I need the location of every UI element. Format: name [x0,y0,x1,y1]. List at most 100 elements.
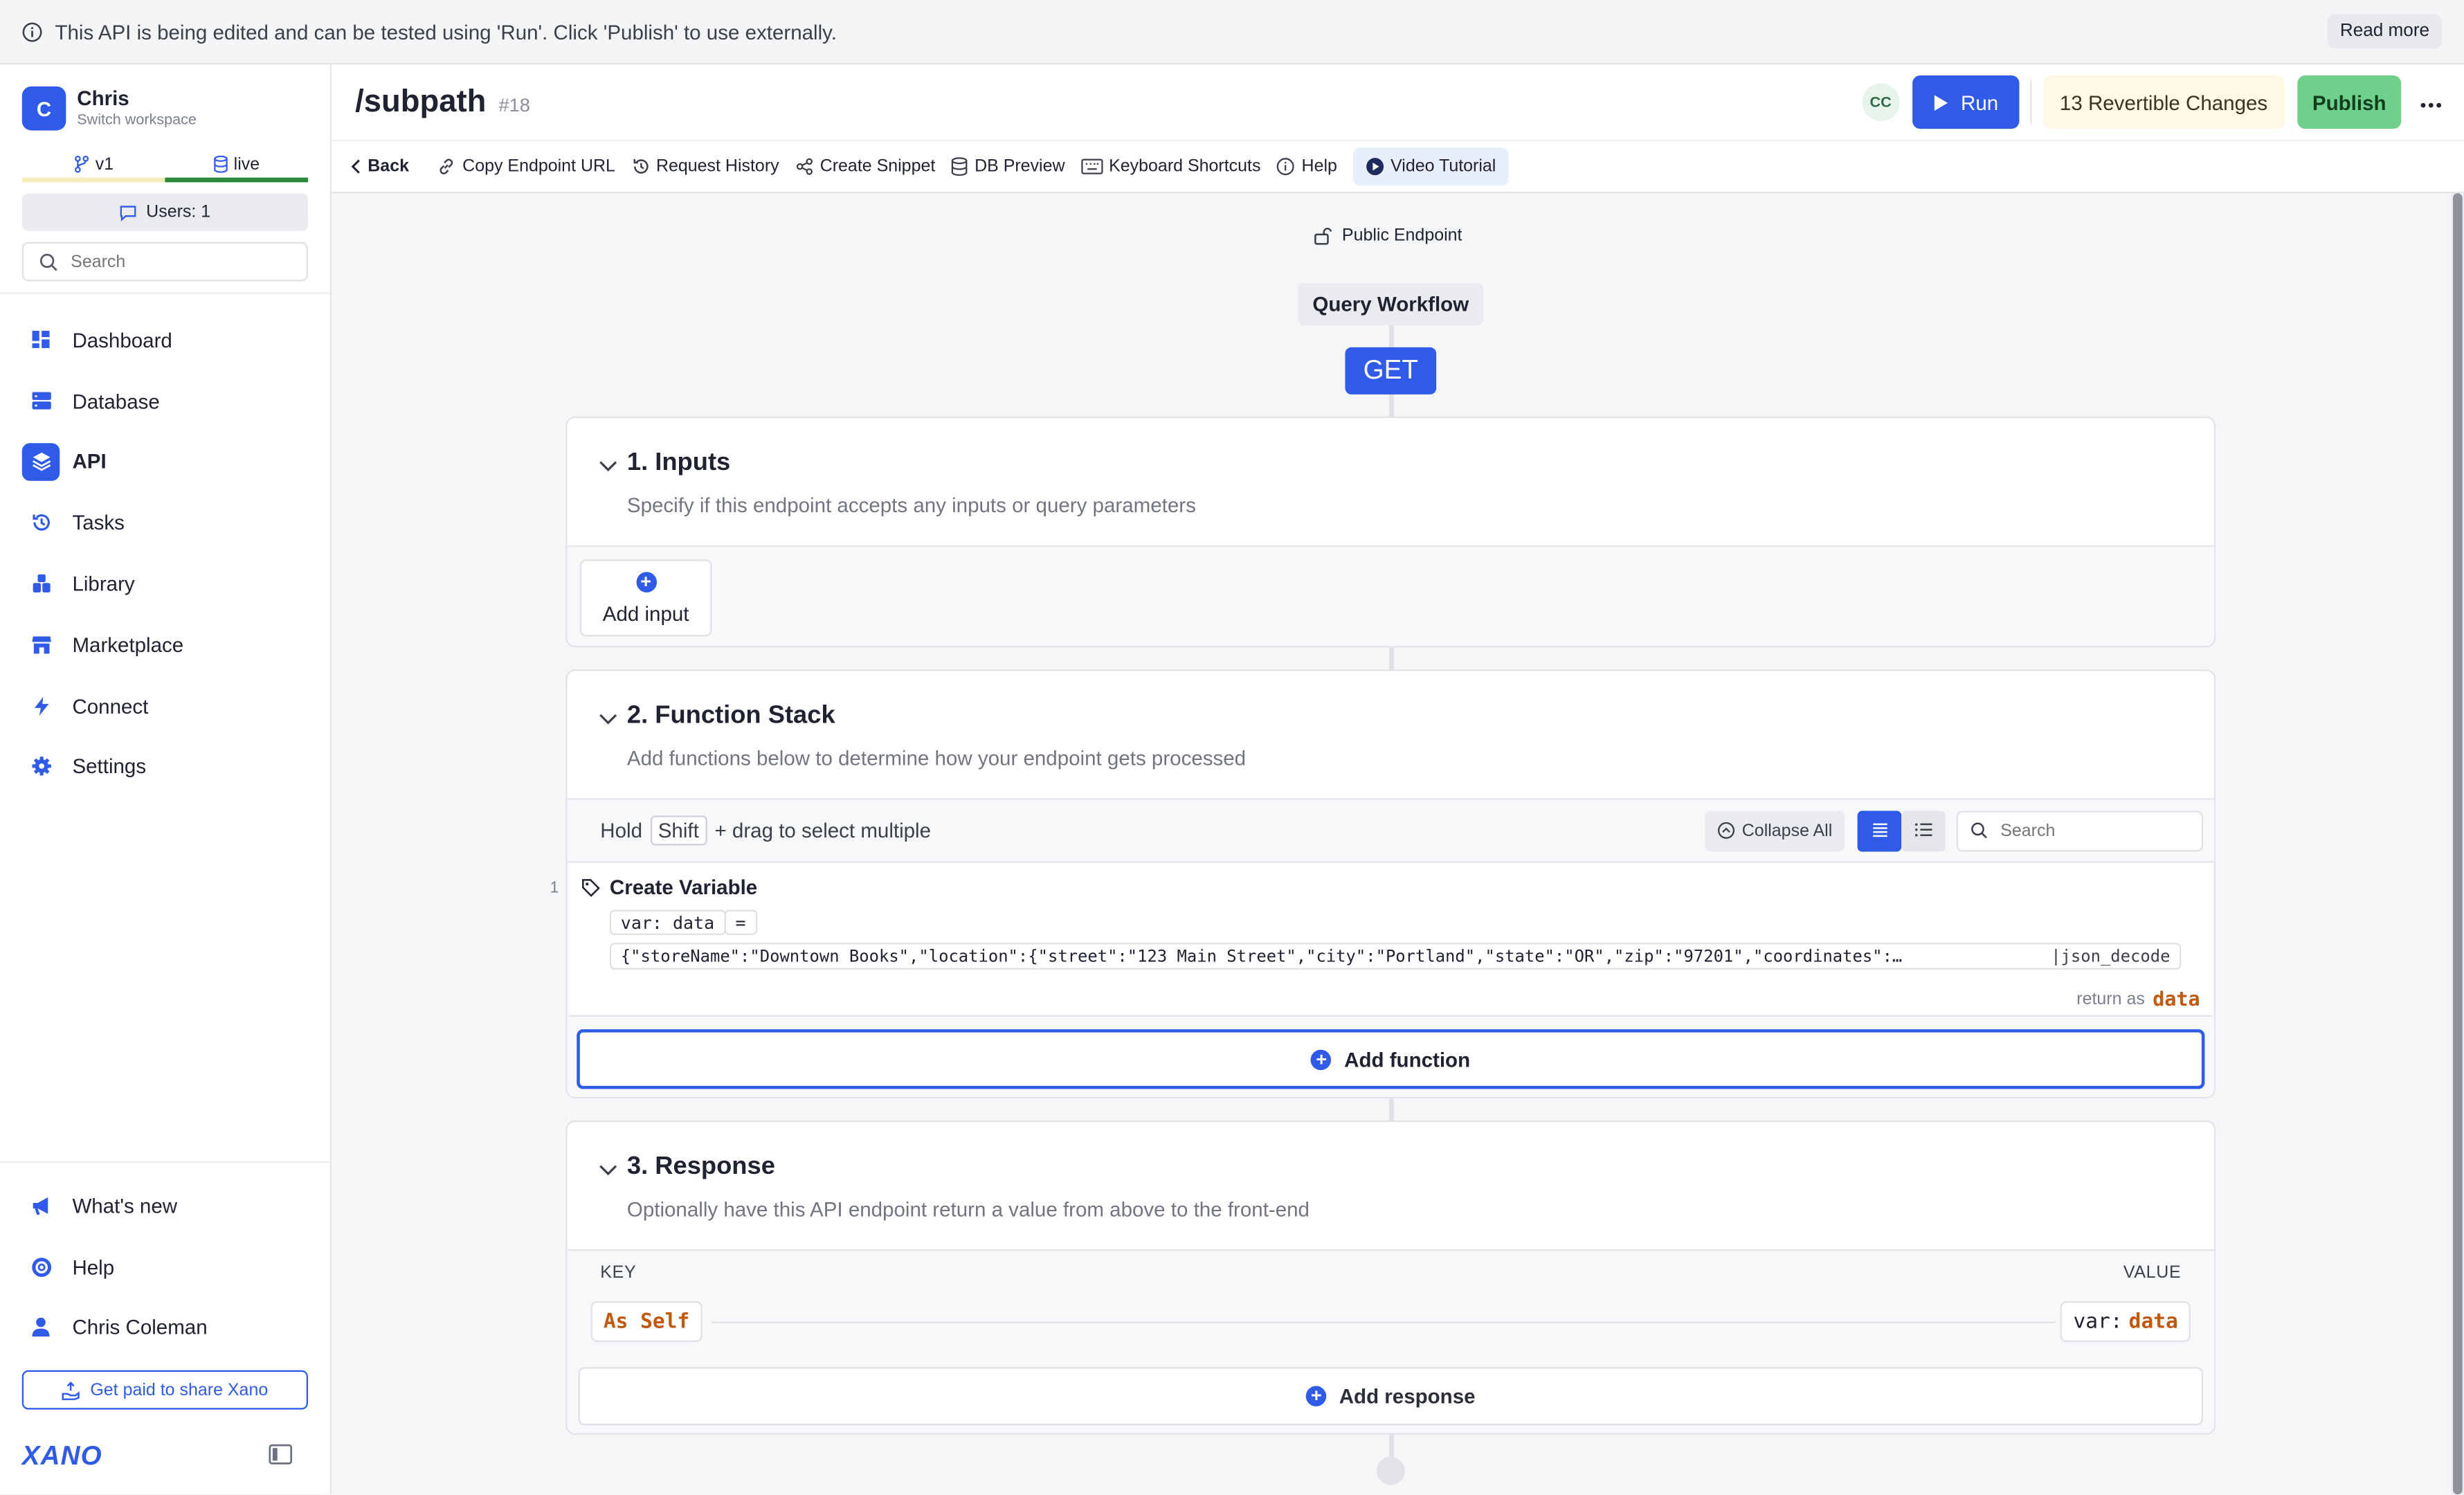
json-decode-filter[interactable]: |json_decode [2051,947,2180,966]
keyboard-shortcuts-button[interactable]: Keyboard Shortcuts [1080,147,1276,185]
add-response-button[interactable]: + Add response [578,1367,2204,1426]
nav-item-settings[interactable]: Settings [0,736,330,797]
run-button[interactable]: Run [1912,75,2019,129]
avatar[interactable]: CC [1861,83,1900,121]
endpoint-id: #18 [498,93,530,116]
more-options-icon[interactable] [2420,88,2442,116]
data-source-label: live [233,154,260,174]
collapse-all-label: Collapse All [1741,821,1833,840]
back-label: Back [368,157,409,176]
nav-item-whats-new[interactable]: What's new [0,1175,330,1236]
list-icon [1871,819,1888,842]
lightning-icon [22,687,60,725]
copy-endpoint-url-button[interactable]: Copy Endpoint URL [437,147,631,185]
public-endpoint-label[interactable]: Public Endpoint [1314,226,1462,245]
workspace-switcher[interactable]: C Chris Switch workspace [0,64,330,131]
back-button[interactable]: Back [350,147,424,185]
response-value-chip[interactable]: var: data [2060,1301,2191,1342]
snippet-label: Create Snippet [819,157,936,176]
nav-label: Chris Coleman [72,1316,208,1340]
variable-name-chip[interactable]: var: data [609,909,726,935]
branch-version-tab[interactable]: v1 [21,151,165,183]
nav-item-database[interactable]: Database [0,370,330,431]
nav-item-tasks[interactable]: Tasks [0,493,330,554]
function-stack-subtitle: Add functions below to determine how you… [626,746,1247,770]
header-divider [2029,80,2032,125]
http-method-badge[interactable]: GET [1345,347,1437,395]
canvas-scrollbar[interactable] [2451,193,2464,1495]
banner-text: This API is being edited and can be test… [55,19,837,44]
scrollbar-thumb[interactable] [2453,193,2463,1495]
gear-icon [22,748,60,786]
create-snippet-button[interactable]: Create Snippet [795,147,951,185]
response-title: 3. Response [626,1153,775,1181]
info-icon [22,21,43,42]
run-label: Run [1961,90,1999,114]
database-icon [22,382,60,419]
nav-item-connect[interactable]: Connect [0,676,330,736]
shortcuts-label: Keyboard Shortcuts [1109,157,1261,176]
users-online-button[interactable]: Users: 1 [21,193,308,231]
database-small-icon [213,155,228,173]
sidebar-search-input[interactable] [71,252,291,271]
get-paid-button[interactable]: Get paid to share Xano [21,1370,308,1411]
nav-item-library[interactable]: Library [0,554,330,615]
edit-mode-banner: This API is being edited and can be test… [0,0,2464,65]
inputs-title: 1. Inputs [626,449,731,476]
json-value: {"storeName":"Downtown Books","location"… [620,946,1903,966]
data-source-tab[interactable]: live [165,151,308,183]
read-more-button[interactable]: Read more [2327,14,2443,49]
drag-text: + drag to select multiple [714,818,932,842]
revertible-changes-button[interactable]: 13 Revertible Changes [2042,75,2285,129]
value-header: VALUE [2123,1263,2182,1283]
help-button[interactable]: Help [1276,147,1352,185]
sidebar: C Chris Switch workspace v1 live Users: … [0,64,332,1495]
variable-value[interactable]: {"storeName":"Downtown Books","location"… [609,943,2182,970]
db-preview-label: DB Preview [975,157,1065,176]
nav-label: Database [72,389,160,413]
sidebar-divider [0,1161,330,1163]
switch-workspace-label: Switch workspace [77,111,197,129]
numbered-list-view-button[interactable] [1901,810,1946,851]
add-input-button[interactable]: + Add input [579,559,712,637]
tag-icon [581,878,600,896]
video-tutorial-button[interactable]: Video Tutorial [1352,147,1509,185]
add-function-button[interactable]: + Add function [577,1029,2205,1089]
nav-label: Dashboard [72,328,172,352]
function-search-input[interactable] [2000,821,2173,840]
response-key-chip[interactable]: As Self [590,1301,703,1342]
value-variable: data [2128,1310,2178,1334]
nav-item-profile[interactable]: Chris Coleman [0,1297,330,1358]
function-step[interactable]: Create Variable var: data = {"storeName"… [568,862,2213,1017]
publish-button[interactable]: Publish [2297,75,2402,129]
sidebar-collapse-icon[interactable] [269,1444,293,1472]
nav-item-api[interactable]: API [0,431,330,492]
add-function-label: Add function [1344,1047,1471,1071]
chevron-down-icon[interactable] [599,1157,617,1185]
function-stack-section: 2. Function Stack Add functions below to… [565,669,2216,1099]
numbered-list-icon [1914,819,1932,842]
function-search[interactable] [1956,810,2204,851]
return-as: return as data [2076,987,2200,1011]
sidebar-search[interactable] [21,242,308,282]
nav-item-help[interactable]: Help [0,1236,330,1297]
chevron-down-icon[interactable] [599,705,617,734]
nav-item-marketplace[interactable]: Marketplace [0,615,330,676]
nav-label: Connect [72,694,149,718]
return-variable[interactable]: data [2153,987,2200,1011]
request-history-button[interactable]: Request History [631,147,795,185]
xano-logo: XANO [21,1440,102,1471]
public-endpoint-text: Public Endpoint [1341,226,1462,246]
collapse-all-button[interactable]: Collapse All [1704,810,1845,851]
query-workflow-label: Query Workflow [1298,282,1484,325]
user-icon [22,1309,60,1346]
nav-label: What's new [72,1194,178,1218]
chevron-down-icon[interactable] [599,453,617,481]
db-preview-button[interactable]: DB Preview [951,147,1080,185]
plus-circle-icon: + [1311,1048,1332,1070]
nav-label: Help [72,1255,115,1279]
keyboard-icon [1080,158,1103,174]
nav-item-dashboard[interactable]: Dashboard [0,309,330,370]
key-header: KEY [600,1263,637,1283]
list-view-button[interactable] [1857,810,1902,851]
